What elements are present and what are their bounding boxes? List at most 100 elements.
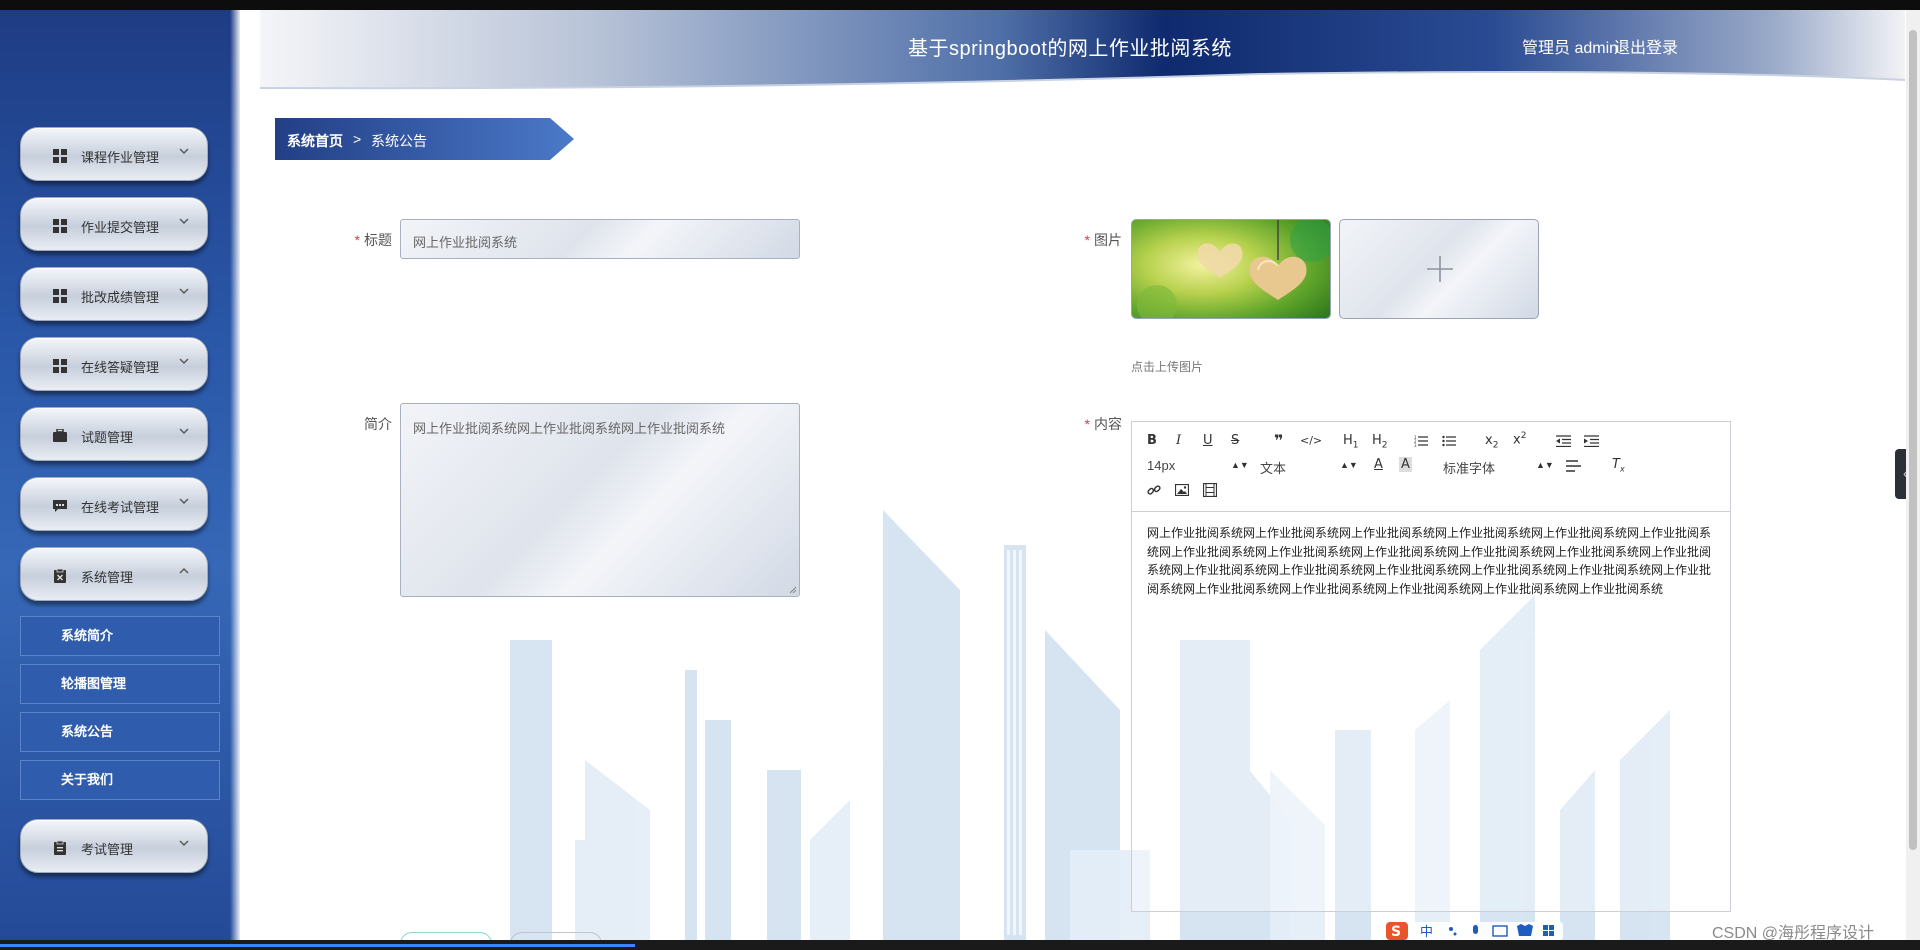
menu-label: 作业提交管理 <box>81 220 160 235</box>
clipboard-x-icon <box>54 569 66 583</box>
chevron-up-icon <box>179 568 189 574</box>
superscript-icon[interactable]: x2 <box>1513 431 1526 447</box>
menu-question-bank[interactable]: 试题管理 <box>20 407 208 461</box>
chevron-down-icon <box>179 498 189 504</box>
submenu-about-us[interactable]: 关于我们 <box>20 760 220 800</box>
svg-text:S: S <box>1391 924 1401 940</box>
required-asterisk: * <box>1084 232 1090 248</box>
header: 基于springboot的网上作业批阅系统 管理员 admin 退出登录 <box>260 10 1905 95</box>
image-icon[interactable] <box>1175 484 1189 496</box>
video-icon[interactable] <box>1203 483 1217 497</box>
menu-label: 在线答疑管理 <box>81 360 160 375</box>
required-asterisk: * <box>1084 416 1090 432</box>
select-arrows-icon: ▲▼ <box>1536 460 1554 470</box>
breadcrumb-current: 系统公告 <box>371 133 427 149</box>
background-color-icon[interactable]: A <box>1399 457 1412 472</box>
scrollbar-thumb[interactable] <box>1909 30 1917 850</box>
strikethrough-icon[interactable]: S <box>1231 433 1239 448</box>
page-load-progress <box>0 944 635 947</box>
breadcrumb: 系统首页 > 系统公告 <box>275 118 575 160</box>
clear-format-icon[interactable]: Tx <box>1612 457 1625 474</box>
menu-label: 试题管理 <box>81 430 134 445</box>
summary-textarea-value: 网上作业批阅系统网上作业批阅系统网上作业批阅系统 <box>413 421 726 436</box>
bold-icon[interactable]: B <box>1147 433 1157 448</box>
chevron-down-icon <box>179 840 189 846</box>
logout-link[interactable]: 退出登录 <box>1614 34 1678 58</box>
underline-icon[interactable]: U <box>1203 433 1213 448</box>
sidebar: 课程作业管理 作业提交管理 批改成绩管理 在线答疑管理 试题管理 在线考试管理 … <box>0 10 240 940</box>
bottom-window-strip <box>0 940 1920 950</box>
menu-homework-submit[interactable]: 作业提交管理 <box>20 197 208 251</box>
image-label: * 图片 <box>1084 232 1122 248</box>
required-asterisk: * <box>354 232 360 248</box>
indent-icon[interactable] <box>1584 435 1599 447</box>
menu-online-exam[interactable]: 在线考试管理 <box>20 477 208 531</box>
hearts-photo <box>1132 220 1330 318</box>
bullet-list-icon[interactable] <box>1442 435 1456 447</box>
menu-label: 在线考试管理 <box>81 500 160 515</box>
editor-content[interactable]: 网上作业批阅系统网上作业批阅系统网上作业批阅系统网上作业批阅系统网上作业批阅系统… <box>1147 524 1717 598</box>
link-icon[interactable] <box>1147 483 1161 497</box>
top-window-strip <box>0 0 1920 10</box>
vertical-scrollbar[interactable] <box>1906 10 1920 940</box>
chevron-down-icon <box>179 358 189 364</box>
plus-icon <box>1427 256 1453 282</box>
font-family-select[interactable]: 标准字体 ▲▼ <box>1443 458 1554 476</box>
briefcase-icon <box>53 429 67 442</box>
font-size-select[interactable]: 14px ▲▼ <box>1147 458 1249 476</box>
select-arrows-icon: ▲▼ <box>1231 460 1249 470</box>
heading1-icon[interactable]: H1 <box>1343 433 1359 451</box>
menu-label: 批改成绩管理 <box>81 290 160 305</box>
menu-course-homework[interactable]: 课程作业管理 <box>20 127 208 181</box>
breadcrumb-home[interactable]: 系统首页 <box>287 131 343 151</box>
menu-online-qa[interactable]: 在线答疑管理 <box>20 337 208 391</box>
rich-text-editor[interactable]: B I U S ❞ </> H1 H2 123 x2 x2 14px ▲▼ 文本… <box>1131 421 1731 912</box>
summary-textarea[interactable]: 网上作业批阅系统网上作业批阅系统网上作业批阅系统 <box>400 403 800 597</box>
chevron-down-icon <box>179 218 189 224</box>
outdent-icon[interactable] <box>1556 435 1571 447</box>
menu-system-management[interactable]: 系统管理 <box>20 547 208 601</box>
submenu-system-intro[interactable]: 系统简介 <box>20 616 220 656</box>
upload-tip: 点击上传图片 <box>1131 360 1204 374</box>
font-size-value: 14px <box>1147 458 1176 473</box>
font-family-value: 标准字体 <box>1443 461 1496 476</box>
menu-label: 系统管理 <box>81 570 134 585</box>
title-input[interactable]: 网上作业批阅系统 <box>400 219 800 259</box>
menu-exam-management[interactable]: 考试管理 <box>20 819 208 873</box>
block-type-value: 文本 <box>1260 461 1287 476</box>
image-upload-button[interactable] <box>1339 219 1539 319</box>
font-color-icon[interactable]: A <box>1374 457 1383 472</box>
submenu-carousel-management[interactable]: 轮播图管理 <box>20 664 220 704</box>
italic-icon[interactable]: I <box>1176 433 1181 448</box>
svg-text:中: 中 <box>1420 925 1433 940</box>
align-icon[interactable] <box>1566 460 1581 472</box>
chevron-down-icon <box>179 288 189 294</box>
ordered-list-icon[interactable]: 123 <box>1414 435 1428 447</box>
grid-icon <box>53 149 67 163</box>
blockquote-icon[interactable]: ❞ <box>1274 431 1283 450</box>
grid-icon <box>53 289 67 303</box>
subscript-icon[interactable]: x2 <box>1485 433 1498 451</box>
resize-handle-icon[interactable] <box>789 586 797 594</box>
uploaded-image-thumbnail[interactable] <box>1131 219 1331 319</box>
title-input-value: 网上作业批阅系统 <box>413 235 518 250</box>
clipboard-icon <box>54 841 66 855</box>
summary-label: 简介 <box>364 416 392 432</box>
submenu-system-notice[interactable]: 系统公告 <box>20 712 220 752</box>
chevron-down-icon <box>179 428 189 434</box>
title-label: * 标题 <box>354 232 392 248</box>
heading2-icon[interactable]: H2 <box>1372 433 1388 451</box>
chat-icon <box>53 500 67 512</box>
current-user: 管理员 admin <box>1522 40 1619 57</box>
grid-icon <box>53 219 67 233</box>
svg-text:3: 3 <box>1414 443 1417 447</box>
chevron-down-icon <box>179 148 189 154</box>
block-type-select[interactable]: 文本 ▲▼ <box>1260 458 1358 476</box>
menu-grading[interactable]: 批改成绩管理 <box>20 267 208 321</box>
ime-toolbar[interactable]: S 中 <box>1385 920 1563 940</box>
menu-label: 课程作业管理 <box>81 150 160 165</box>
code-block-icon[interactable]: </> <box>1300 434 1322 447</box>
grid-icon <box>53 359 67 373</box>
app-title: 基于springboot的网上作业批阅系统 <box>908 38 1232 60</box>
breadcrumb-separator: > <box>353 131 362 147</box>
